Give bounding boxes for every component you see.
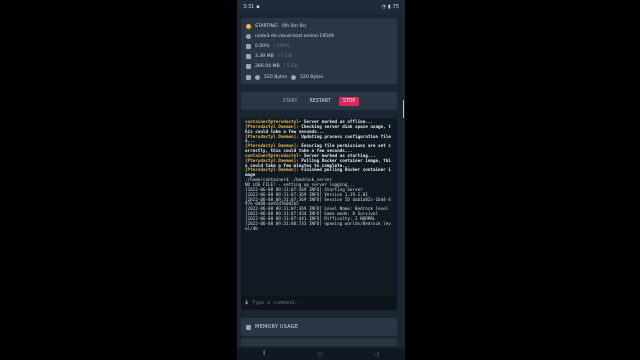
globe-icon bbox=[246, 33, 251, 39]
disk-limit: / 5 GB bbox=[283, 64, 298, 70]
status-dot-icon bbox=[246, 23, 251, 29]
memory-row: 3.39 MB / 5 GB bbox=[246, 52, 392, 62]
memory-usage-title: MEMORY USAGE bbox=[255, 324, 299, 330]
start-button[interactable]: START bbox=[279, 97, 302, 106]
restart-button[interactable]: RESTART bbox=[305, 97, 334, 106]
address-text[interactable]: node3-de.cloud-host.online:19549 bbox=[255, 34, 334, 39]
disk-icon bbox=[246, 64, 251, 70]
battery-level: 75 bbox=[392, 4, 399, 10]
clock: 3:31 bbox=[243, 4, 255, 10]
console-text: [2022-06-08 09:31:07:369 INFO] Session I… bbox=[245, 197, 391, 208]
console-line: [2022-06-08 09:31:08:733 INFO] opening w… bbox=[245, 221, 393, 233]
recents-icon[interactable]: ⫴ bbox=[263, 350, 266, 358]
console-output: container@pterodactyl~ Server marked as … bbox=[241, 118, 397, 296]
cpu-icon bbox=[246, 43, 251, 49]
phone-screen: 3:31 ▪ ◔ ▮ 75 STARTING (0h 0m 0s) node3-… bbox=[237, 0, 405, 360]
uptime-text: (0h 0m 0s) bbox=[281, 23, 307, 29]
memory-icon bbox=[246, 54, 251, 60]
signal-icon: ▮ bbox=[387, 4, 391, 10]
ethernet-icon bbox=[246, 74, 251, 80]
net-in-value: 520 Bytes bbox=[264, 74, 288, 80]
android-nav-bar: ⫴ ○ ◁ bbox=[237, 348, 405, 360]
download-icon bbox=[255, 74, 260, 80]
command-bar: $ bbox=[241, 296, 397, 310]
memory-value: 3.39 MB bbox=[255, 54, 274, 60]
status-bar: 3:31 ▪ ◔ ▮ 75 bbox=[237, 0, 405, 14]
memory-chart-area bbox=[241, 338, 397, 346]
disk-value: 266.04 MB bbox=[255, 64, 280, 70]
page-scrollbar[interactable] bbox=[402, 100, 404, 118]
server-info-card: STARTING (0h 0m 0s) node3-de.cloud-host.… bbox=[241, 18, 397, 84]
memory-usage-card: MEMORY USAGE bbox=[241, 318, 397, 336]
cpu-row: 0.00% / 200% bbox=[246, 41, 392, 51]
power-controls: START RESTART STOP bbox=[241, 92, 397, 110]
memory-limit: / 5 GB bbox=[277, 54, 292, 60]
stop-button[interactable]: STOP bbox=[338, 96, 360, 106]
address-row: node3-de.cloud-host.online:19549 bbox=[246, 31, 392, 41]
memory-chip-icon bbox=[246, 324, 251, 330]
wifi-icon: ◔ bbox=[381, 4, 386, 10]
cpu-value: 0.00% bbox=[255, 43, 270, 49]
home-icon[interactable]: ○ bbox=[317, 351, 322, 358]
console-text: [2022-06-08 09:31:08:733 INFO] opening w… bbox=[245, 221, 391, 232]
notification-icon: ▪ bbox=[256, 4, 260, 10]
status-row: STARTING (0h 0m 0s) bbox=[246, 21, 392, 31]
net-out-value: 520 Bytes bbox=[300, 74, 324, 80]
back-icon[interactable]: ◁ bbox=[374, 351, 379, 358]
cpu-limit: / 200% bbox=[273, 43, 290, 49]
disk-row: 266.04 MB / 5 GB bbox=[246, 62, 392, 72]
status-text: STARTING bbox=[255, 23, 278, 29]
command-input[interactable] bbox=[252, 300, 373, 306]
upload-icon bbox=[291, 74, 297, 80]
prompt-symbol: $ bbox=[245, 300, 249, 306]
network-row: 520 Bytes 520 Bytes bbox=[246, 72, 392, 82]
